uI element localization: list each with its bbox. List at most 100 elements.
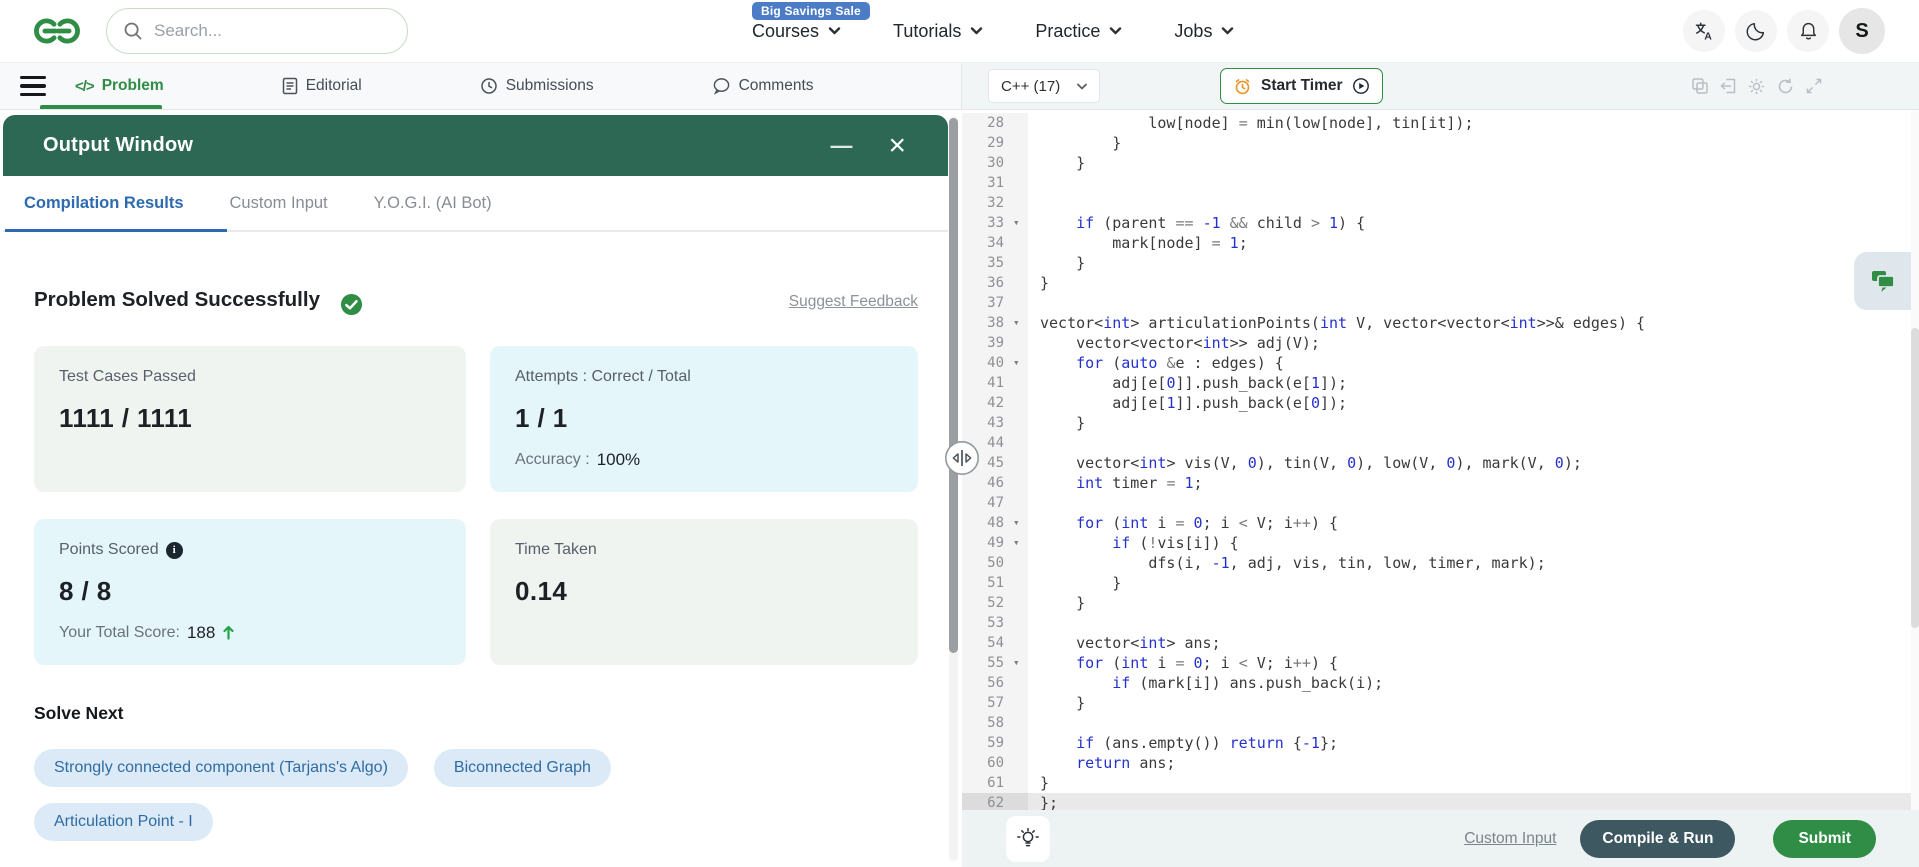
reset-code-icon[interactable] bbox=[1776, 77, 1795, 96]
code-line[interactable]: 36} bbox=[962, 273, 1919, 293]
code-line[interactable]: 44 bbox=[962, 433, 1919, 453]
editor-toolbar: C++ (17) Start Timer bbox=[962, 63, 1919, 109]
custom-input-link[interactable]: Custom Input bbox=[1464, 830, 1556, 848]
code-line-text: }; bbox=[1028, 793, 1058, 810]
tab-problem[interactable]: </> Problem bbox=[75, 77, 164, 95]
fold-arrow-icon[interactable]: ▾ bbox=[1012, 533, 1028, 553]
compile-run-button[interactable]: Compile & Run bbox=[1580, 820, 1735, 858]
code-line[interactable]: 61} bbox=[962, 773, 1919, 793]
code-editor[interactable]: 28 low[node] = min(low[node], tin[it]);2… bbox=[962, 110, 1919, 810]
hamburger-menu-button[interactable] bbox=[20, 76, 46, 96]
code-line[interactable]: 33▾ if (parent == -1 && child > 1) { bbox=[962, 213, 1919, 233]
code-line[interactable]: 42 adj[e[1]].push_back(e[0]); bbox=[962, 393, 1919, 413]
minimize-icon[interactable]: — bbox=[830, 135, 852, 157]
line-number: 53 bbox=[962, 613, 1012, 633]
nav-menu-jobs[interactable]: Jobs bbox=[1174, 21, 1234, 42]
code-line[interactable]: 39 vector<vector<int>> adj(V); bbox=[962, 333, 1919, 353]
fold-arrow-icon[interactable]: ▾ bbox=[1012, 353, 1028, 373]
nav-menu-courses[interactable]: Courses bbox=[752, 21, 841, 42]
tab-custom-input[interactable]: Custom Input bbox=[230, 194, 328, 213]
code-line[interactable]: 38▾vector<int> articulationPoints(int V,… bbox=[962, 313, 1919, 333]
code-line[interactable]: 52 } bbox=[962, 593, 1919, 613]
code-line-text: return ans; bbox=[1028, 753, 1175, 773]
code-line[interactable]: 47 bbox=[962, 493, 1919, 513]
code-line[interactable]: 35 } bbox=[962, 253, 1919, 273]
sale-badge[interactable]: Big Savings Sale bbox=[752, 2, 870, 20]
close-icon[interactable]: × bbox=[888, 131, 906, 161]
code-line[interactable]: 53 bbox=[962, 613, 1919, 633]
scrollbar-thumb[interactable] bbox=[1911, 328, 1919, 628]
code-line[interactable]: 34 mark[node] = 1; bbox=[962, 233, 1919, 253]
scrollbar-thumb[interactable] bbox=[949, 118, 958, 653]
svg-text:A: A bbox=[1704, 30, 1712, 42]
code-line[interactable]: 45 vector<int> vis(V, 0), tin(V, 0), low… bbox=[962, 453, 1919, 473]
code-line[interactable]: 54 vector<int> ans; bbox=[962, 633, 1919, 653]
fold-arrow-icon[interactable]: ▾ bbox=[1012, 313, 1028, 333]
output-scrollbar[interactable] bbox=[949, 116, 958, 861]
settings-gear-icon[interactable] bbox=[1747, 77, 1766, 96]
problem-subnav: </> Problem Editorial Submissions Comme bbox=[0, 62, 1919, 110]
editor-scrollbar[interactable] bbox=[1911, 110, 1919, 810]
panel-resize-handle[interactable] bbox=[944, 440, 980, 481]
gfg-logo[interactable] bbox=[30, 16, 84, 46]
import-code-icon[interactable] bbox=[1719, 77, 1737, 95]
code-line[interactable]: 29 } bbox=[962, 133, 1919, 153]
code-line[interactable]: 40▾ for (auto &e : edges) { bbox=[962, 353, 1919, 373]
fold-arrow-icon[interactable]: ▾ bbox=[1012, 213, 1028, 233]
output-window-title: Output Window bbox=[43, 134, 830, 157]
code-line-text bbox=[1028, 613, 1040, 633]
info-icon[interactable]: i bbox=[166, 542, 183, 559]
fold-arrow-icon[interactable]: ▾ bbox=[1012, 653, 1028, 673]
tab-compilation-results[interactable]: Compilation Results bbox=[24, 194, 184, 213]
line-number: 34 bbox=[962, 233, 1012, 253]
solve-next-chip[interactable]: Articulation Point - I bbox=[34, 803, 213, 841]
tab-editorial[interactable]: Editorial bbox=[282, 77, 362, 95]
avatar[interactable]: S bbox=[1839, 8, 1885, 54]
code-line[interactable]: 48▾ for (int i = 0; i < V; i++) { bbox=[962, 513, 1919, 533]
code-line[interactable]: 30 } bbox=[962, 153, 1919, 173]
nav-menu-practice[interactable]: Practice bbox=[1035, 21, 1122, 42]
fullscreen-icon[interactable] bbox=[1805, 77, 1823, 95]
code-line[interactable]: 43 } bbox=[962, 413, 1919, 433]
code-line[interactable]: 60 return ans; bbox=[962, 753, 1919, 773]
fold-spacer bbox=[1012, 173, 1028, 193]
code-line[interactable]: 55▾ for (int i = 0; i < V; i++) { bbox=[962, 653, 1919, 673]
fold-arrow-icon[interactable]: ▾ bbox=[1012, 513, 1028, 533]
code-line[interactable]: 49▾ if (!vis[i]) { bbox=[962, 533, 1919, 553]
search-bar[interactable] bbox=[106, 8, 408, 54]
copy-code-icon[interactable] bbox=[1691, 77, 1709, 95]
solve-next-chip[interactable]: Biconnected Graph bbox=[434, 749, 611, 787]
code-line[interactable]: 46 int timer = 1; bbox=[962, 473, 1919, 493]
fold-spacer bbox=[1012, 393, 1028, 413]
code-line[interactable]: 62}; bbox=[962, 793, 1919, 810]
language-select[interactable]: C++ (17) bbox=[988, 69, 1100, 103]
tab-submissions[interactable]: Submissions bbox=[480, 77, 594, 95]
submit-button[interactable]: Submit bbox=[1773, 820, 1876, 858]
code-line[interactable]: 58 bbox=[962, 713, 1919, 733]
code-line[interactable]: 37 bbox=[962, 293, 1919, 313]
solve-next-chip[interactable]: Strongly connected component (Tarjans's … bbox=[34, 749, 408, 787]
code-line[interactable]: 28 low[node] = min(low[node], tin[it]); bbox=[962, 113, 1919, 133]
nav-menu-tutorials[interactable]: Tutorials bbox=[893, 21, 983, 42]
code-line[interactable]: 50 dfs(i, -1, adj, vis, tin, low, timer,… bbox=[962, 553, 1919, 573]
code-line[interactable]: 56 if (mark[i]) ans.push_back(i); bbox=[962, 673, 1919, 693]
code-line[interactable]: 32 bbox=[962, 193, 1919, 213]
code-line-text bbox=[1028, 293, 1040, 313]
start-timer-button[interactable]: Start Timer bbox=[1220, 68, 1383, 104]
code-line[interactable]: 57 } bbox=[962, 693, 1919, 713]
code-line[interactable]: 41 adj[e[0]].push_back(e[1]); bbox=[962, 373, 1919, 393]
suggest-feedback-link[interactable]: Suggest Feedback bbox=[789, 293, 918, 311]
hint-button[interactable] bbox=[1006, 816, 1050, 862]
code-line-text bbox=[1028, 493, 1040, 513]
tab-comments[interactable]: Comments bbox=[712, 77, 814, 95]
translate-button[interactable]: A bbox=[1683, 10, 1725, 52]
discussion-side-tab[interactable] bbox=[1854, 252, 1911, 310]
dark-mode-button[interactable] bbox=[1735, 10, 1777, 52]
code-line[interactable]: 51 } bbox=[962, 573, 1919, 593]
code-line-text: } bbox=[1028, 773, 1049, 793]
code-line[interactable]: 31 bbox=[962, 173, 1919, 193]
tab-yogi-ai-bot[interactable]: Y.O.G.I. (AI Bot) bbox=[374, 194, 492, 213]
code-line[interactable]: 59 if (ans.empty()) return {-1}; bbox=[962, 733, 1919, 753]
notifications-button[interactable] bbox=[1787, 10, 1829, 52]
search-input[interactable] bbox=[154, 21, 391, 41]
